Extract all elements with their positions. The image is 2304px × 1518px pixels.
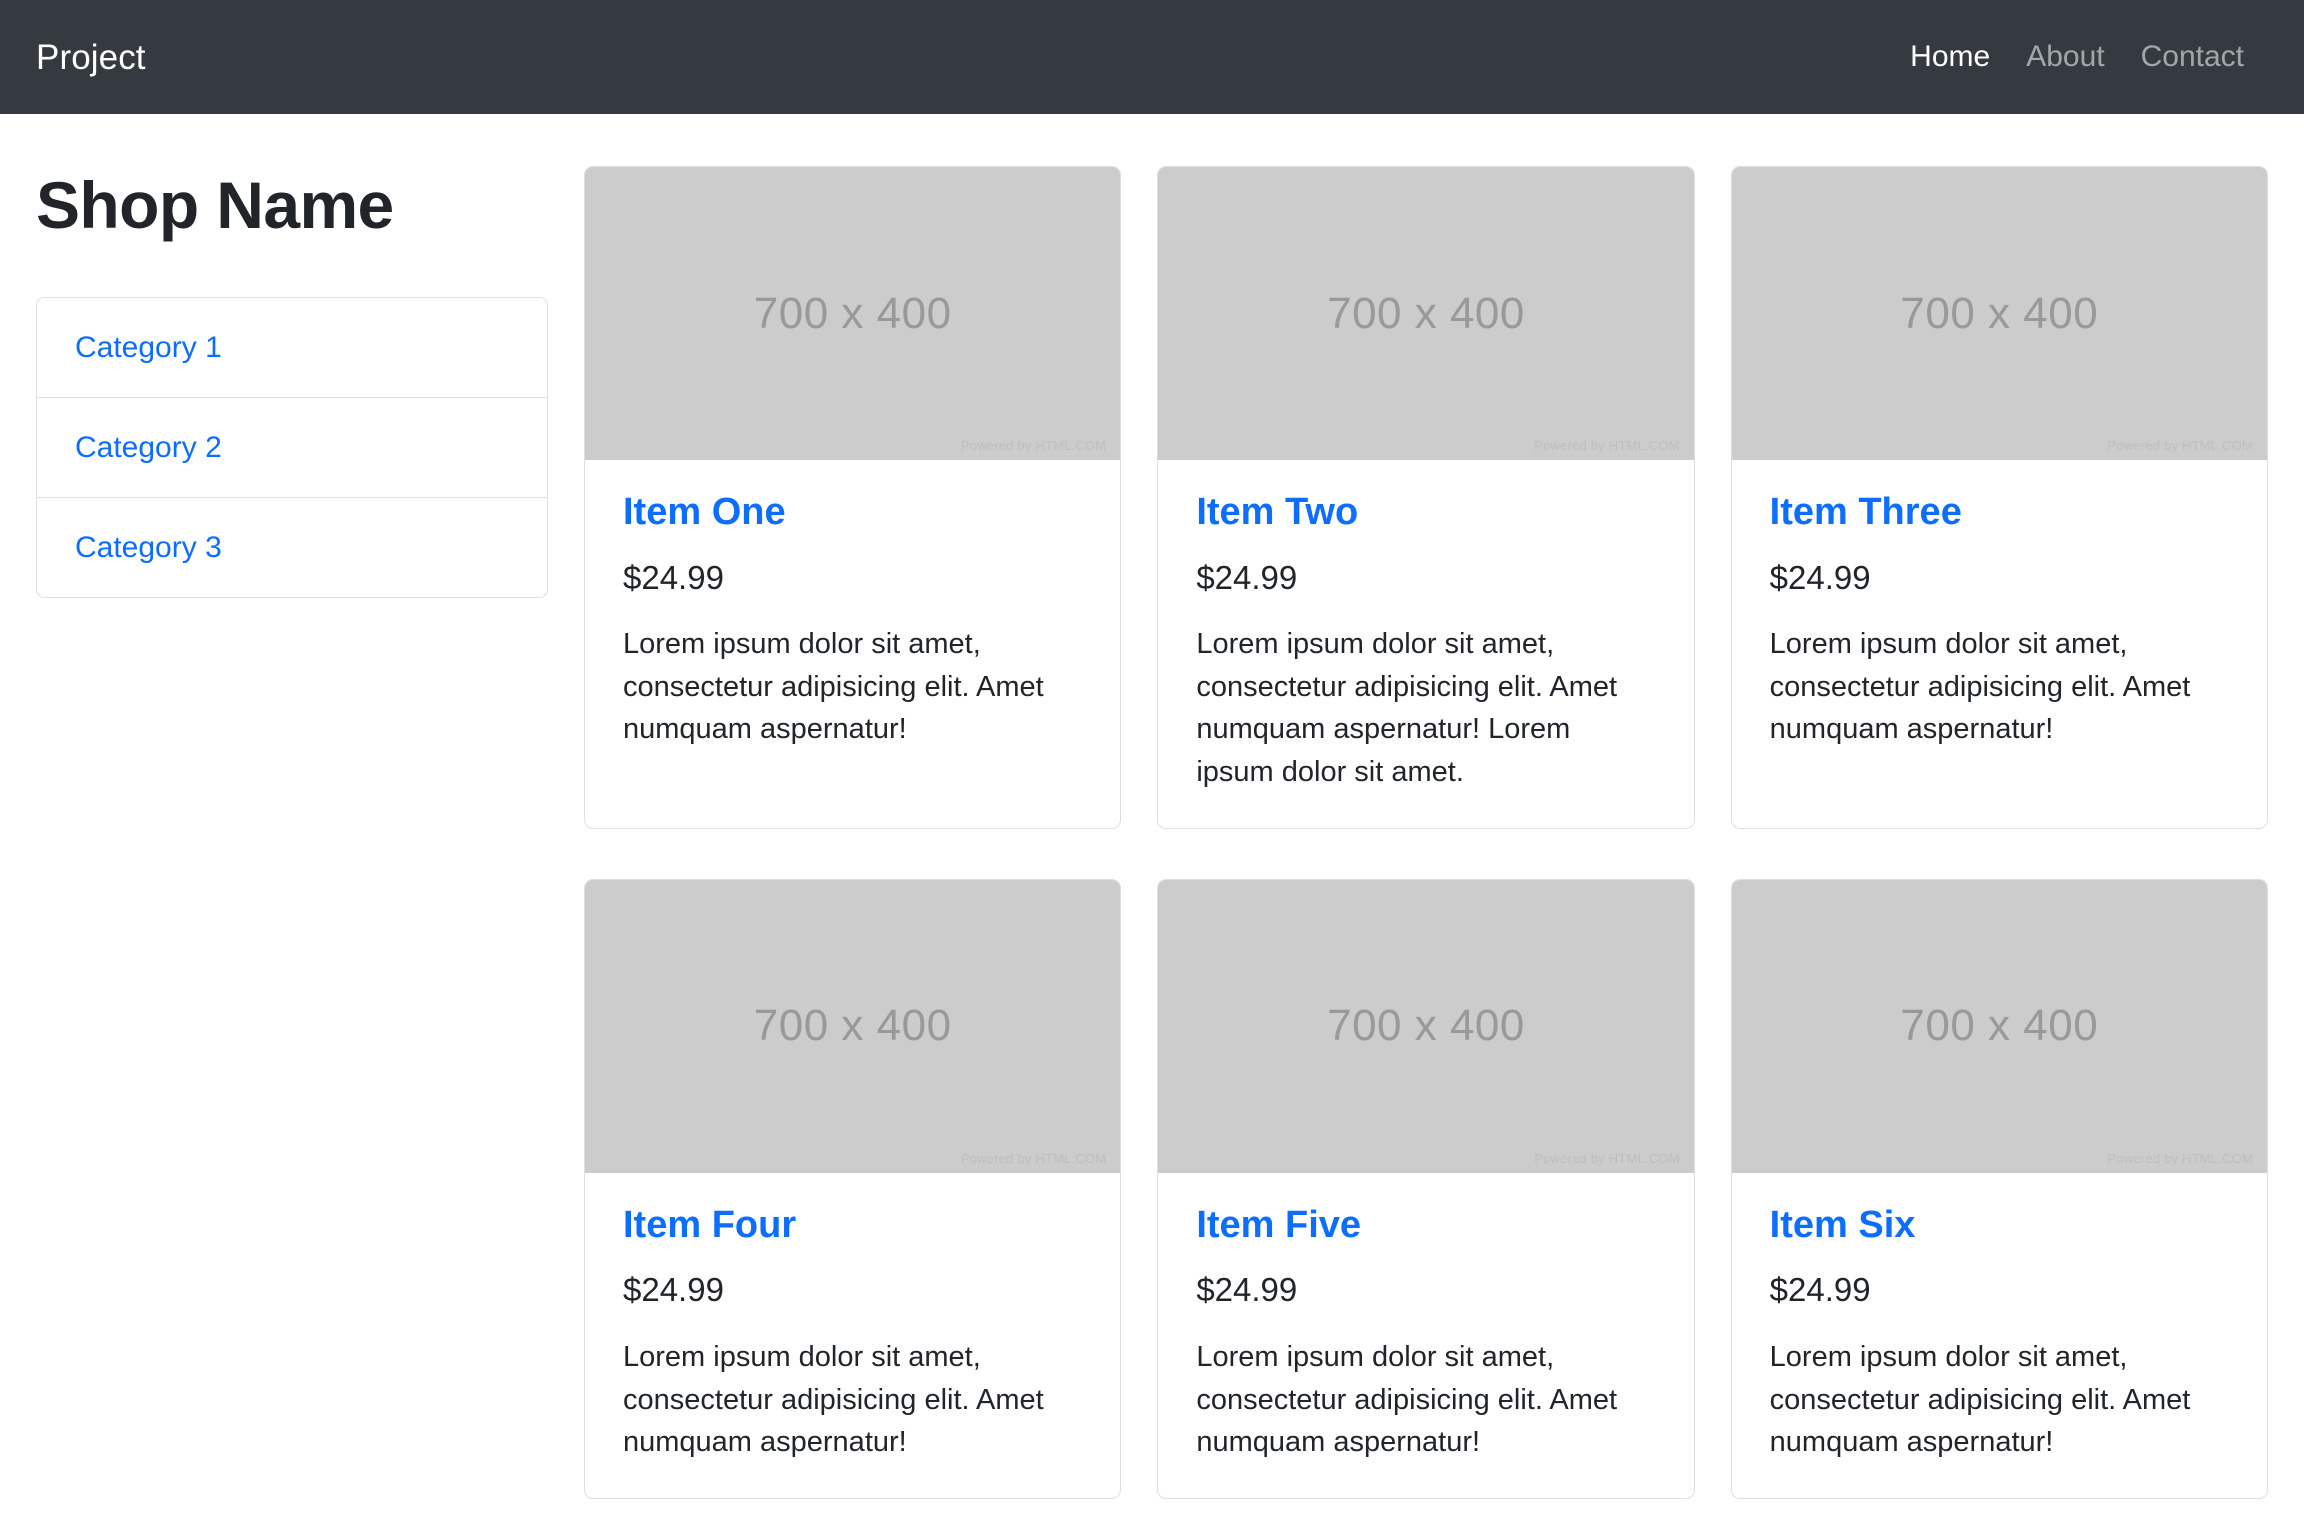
product-description: Lorem ipsum dolor sit amet, consectetur …	[1196, 1340, 1618, 1459]
navbar-brand[interactable]: Project	[36, 40, 146, 75]
top-navbar: Project Home About Contact	[0, 0, 2304, 114]
product-image-placeholder: 700 x 400 Powered by HTML.COM	[585, 167, 1121, 460]
product-card-body: Item Five $24.99 Lorem ipsum dolor sit a…	[1158, 1173, 1693, 1498]
product-description: Lorem ipsum dolor sit amet, consectetur …	[623, 1340, 1044, 1459]
placeholder-size-label: 700 x 400	[753, 288, 952, 338]
product-price: $24.99	[623, 558, 724, 596]
product-image-placeholder: 700 x 400 Powered by HTML.COM	[1158, 167, 1694, 460]
product-card[interactable]: 700 x 400 Powered by HTML.COM Item Four …	[584, 878, 1122, 1499]
placeholder-size-label: 700 x 400	[1327, 288, 1525, 338]
sidebar-item-category-3[interactable]: Category 3	[37, 498, 547, 598]
product-card-body: Item Four $24.99 Lorem ipsum dolor sit a…	[585, 1173, 1120, 1498]
placeholder-watermark: Powered by HTML.COM	[960, 1150, 1107, 1166]
product-description: Lorem ipsum dolor sit amet, consectetur …	[1769, 1340, 2191, 1459]
product-image-placeholder: 700 x 400 Powered by HTML.COM	[585, 879, 1121, 1173]
navbar-links: Home About Contact	[1892, 42, 2268, 72]
sidebar: Shop Name Category 1 Category 2 Category…	[36, 166, 584, 1518]
product-card-body: Item One $24.99 Lorem ipsum dolor sit am…	[585, 460, 1120, 785]
product-grid: 700 x 400 Powered by HTML.COM Item One $…	[584, 166, 2268, 1518]
sidebar-item-category-1[interactable]: Category 1	[37, 298, 547, 399]
nav-link-home[interactable]: Home	[1892, 42, 2008, 72]
product-title[interactable]: Item One	[623, 490, 1082, 536]
product-card[interactable]: 700 x 400 Powered by HTML.COM Item One $…	[584, 166, 1122, 829]
product-card[interactable]: 700 x 400 Powered by HTML.COM Item Two $…	[1157, 166, 1695, 829]
placeholder-watermark: Powered by HTML.COM	[1534, 1150, 1680, 1166]
product-title[interactable]: Item Six	[1770, 1203, 2229, 1249]
product-price: $24.99	[623, 1271, 724, 1309]
placeholder-size-label: 700 x 400	[1900, 1001, 2099, 1051]
category-list: Category 1 Category 2 Category 3	[36, 297, 548, 599]
product-card-body: Item Six $24.99 Lorem ipsum dolor sit am…	[1732, 1173, 2267, 1498]
product-card-body: Item Two $24.99 Lorem ipsum dolor sit am…	[1158, 460, 1693, 828]
sidebar-item-category-2[interactable]: Category 2	[37, 398, 547, 499]
placeholder-size-label: 700 x 400	[1900, 288, 2099, 338]
product-price: $24.99	[1769, 1271, 1871, 1309]
placeholder-watermark: Powered by HTML.COM	[2107, 438, 2253, 453]
product-image-placeholder: 700 x 400 Powered by HTML.COM	[1731, 879, 2267, 1173]
product-image-placeholder: 700 x 400 Powered by HTML.COM	[1158, 879, 1694, 1173]
product-price: $24.99	[1769, 558, 1871, 596]
product-price: $24.99	[1196, 1271, 1298, 1309]
product-price: $24.99	[1196, 558, 1298, 596]
product-title[interactable]: Item Two	[1196, 490, 1655, 536]
placeholder-size-label: 700 x 400	[1327, 1001, 1525, 1051]
nav-link-contact[interactable]: Contact	[2123, 42, 2262, 72]
placeholder-watermark: Powered by HTML.COM	[1534, 438, 1680, 453]
nav-link-about[interactable]: About	[2008, 42, 2122, 72]
page-container: Shop Name Category 1 Category 2 Category…	[0, 114, 2304, 1518]
product-row-2: 700 x 400 Powered by HTML.COM Item Four …	[584, 878, 2268, 1499]
product-description: Lorem ipsum dolor sit amet, consectetur …	[1769, 628, 2191, 746]
product-card[interactable]: 700 x 400 Powered by HTML.COM Item Six $…	[1730, 878, 2268, 1499]
product-card-body: Item Three $24.99 Lorem ipsum dolor sit …	[1732, 460, 2267, 785]
product-title[interactable]: Item Five	[1196, 1203, 1655, 1249]
product-image-placeholder: 700 x 400 Powered by HTML.COM	[1731, 167, 2267, 460]
page-title: Shop Name	[36, 168, 394, 242]
product-card[interactable]: 700 x 400 Powered by HTML.COM Item Three…	[1730, 166, 2268, 829]
placeholder-size-label: 700 x 400	[753, 1001, 952, 1051]
product-title[interactable]: Item Three	[1770, 490, 2229, 536]
product-row-1: 700 x 400 Powered by HTML.COM Item One $…	[584, 166, 2268, 829]
product-title[interactable]: Item Four	[623, 1203, 1082, 1249]
product-description: Lorem ipsum dolor sit amet, consectetur …	[1196, 628, 1618, 789]
product-description: Lorem ipsum dolor sit amet, consectetur …	[623, 628, 1044, 746]
product-card[interactable]: 700 x 400 Powered by HTML.COM Item Five …	[1157, 878, 1695, 1499]
placeholder-watermark: Powered by HTML.COM	[960, 438, 1107, 453]
placeholder-watermark: Powered by HTML.COM	[2107, 1150, 2253, 1166]
